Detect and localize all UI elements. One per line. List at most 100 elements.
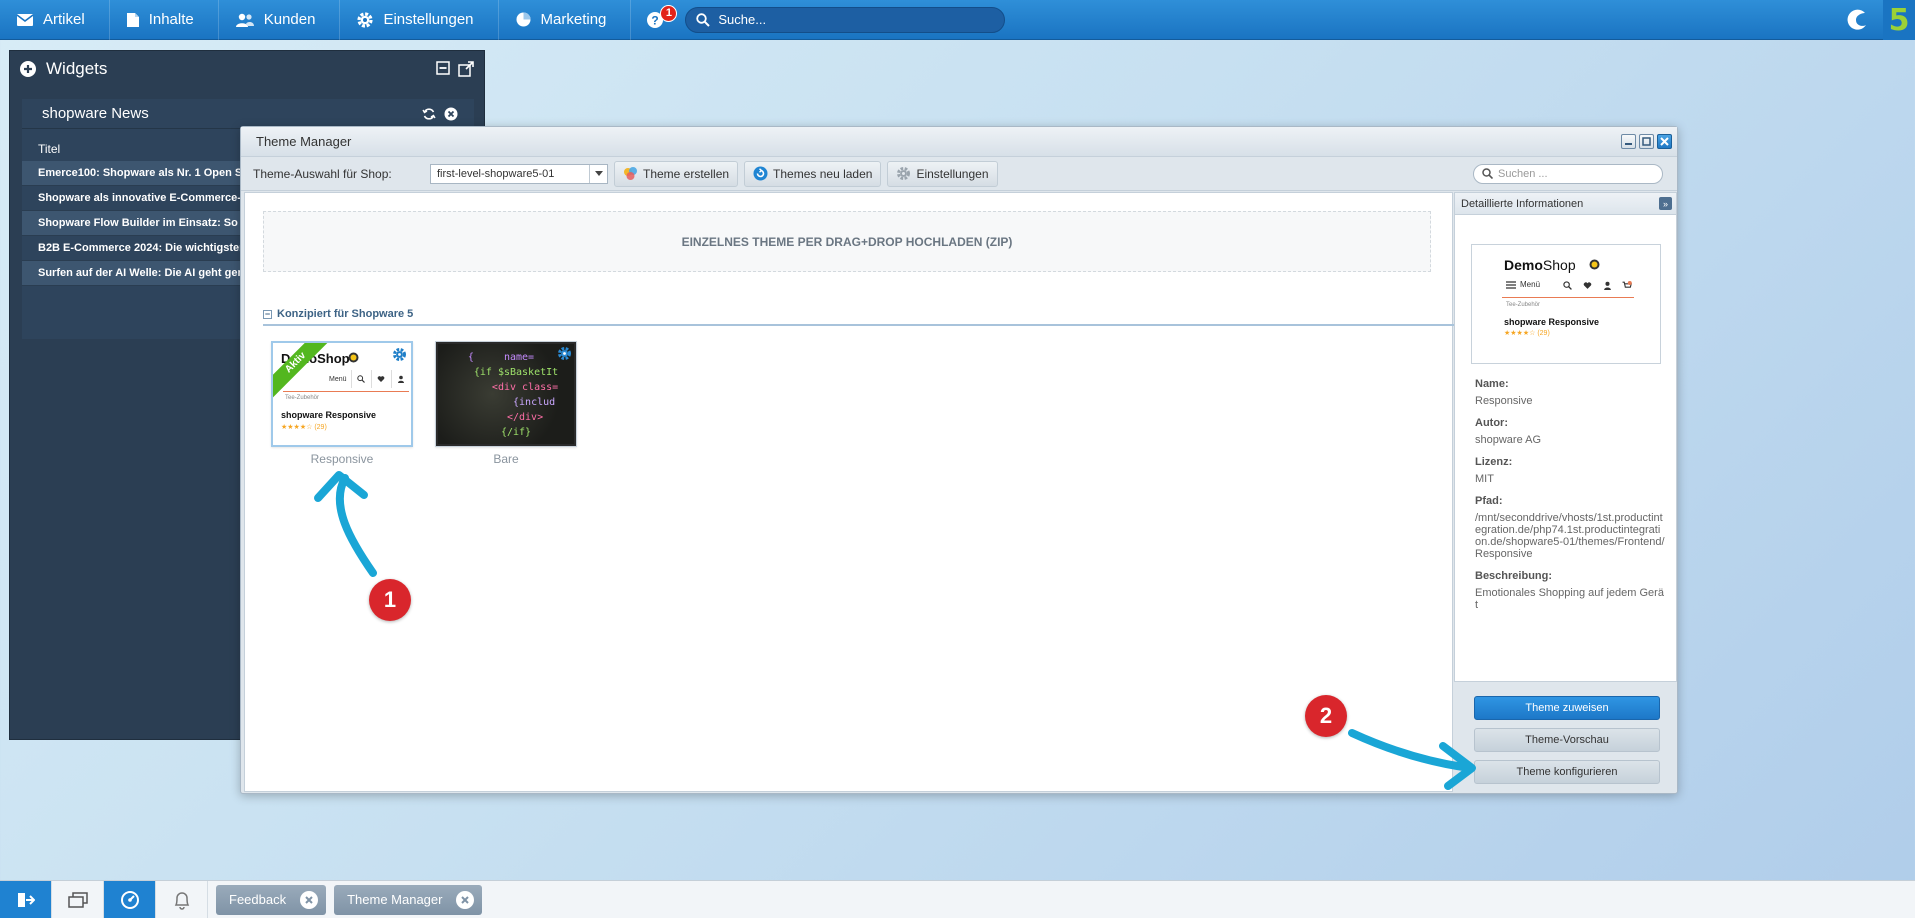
theme-thumbnail[interactable]: DemoShop Menü Tee-Zubehör shopware Respo…: [271, 341, 413, 447]
create-theme-button[interactable]: Theme erstellen: [614, 160, 739, 187]
theme-group-title: Konzipiert für Shopware 5: [277, 308, 414, 320]
window-minimize-button[interactable]: [1621, 134, 1636, 149]
widgets-tools: [436, 61, 474, 77]
code-line: {includ: [464, 397, 556, 408]
thumb-rating: ★★★★☆ (29): [281, 424, 327, 431]
thumb-menu: Menü: [329, 375, 347, 383]
theme-preview-image: DemoShop Menü Tee-Zubehör shopware Respo…: [1471, 244, 1661, 364]
menu-item-label: Artikel: [43, 11, 85, 28]
reload-themes-button[interactable]: Themes neu laden: [744, 160, 882, 187]
shop-select[interactable]: first-level-shopware5-01: [430, 163, 608, 184]
refresh-icon[interactable]: [422, 107, 436, 121]
theme-toolbar: Theme-Auswahl für Shop: first-level-shop…: [241, 157, 1677, 191]
detail-button-area: Theme zuweisen Theme-Vorschau Theme konf…: [1454, 681, 1677, 792]
chevron-down-icon[interactable]: [589, 164, 607, 183]
collapse-panel-icon[interactable]: »: [1659, 197, 1672, 210]
thumb-divider: [283, 391, 409, 392]
collapse-icon[interactable]: −: [263, 309, 272, 319]
shop-select-value: first-level-shopware5-01: [437, 167, 555, 180]
menu-item-label: Einstellungen: [383, 11, 474, 28]
search-icon: [696, 12, 711, 27]
menu-item-inhalte[interactable]: Inhalte: [110, 0, 219, 40]
global-search-input[interactable]: [718, 12, 989, 27]
settings-button[interactable]: Einstellungen: [887, 160, 998, 187]
svg-text:?: ?: [652, 13, 659, 27]
add-widget-icon[interactable]: [20, 61, 36, 77]
users-icon: [235, 13, 254, 27]
task-label: Theme Manager: [347, 892, 443, 907]
news-widget-title: shopware News: [42, 105, 149, 122]
search-icon: [1557, 277, 1577, 293]
menu-item-label: Inhalte: [148, 11, 194, 28]
theme-card-bare[interactable]: { name= {if $sBasketIt <div class= {incl…: [435, 341, 577, 466]
path-value: /mnt/seconddrive/vhosts/1st.productinteg…: [1475, 512, 1665, 560]
menu-item-kunden[interactable]: Kunden: [219, 0, 341, 40]
menu-item-marketing[interactable]: Marketing: [499, 0, 632, 40]
close-icon[interactable]: [456, 890, 475, 909]
theme-list-area: EINZELNES THEME PER DRAG+DROP HOCHLADEN …: [244, 192, 1454, 792]
description-label: Beschreibung:: [1475, 570, 1553, 582]
gear-icon: [357, 11, 374, 28]
theme-upload-dropzone[interactable]: EINZELNES THEME PER DRAG+DROP HOCHLADEN …: [263, 211, 1431, 272]
close-icon[interactable]: [300, 890, 319, 909]
hamburger-icon: [1506, 280, 1516, 289]
task-feedback[interactable]: Feedback: [216, 884, 327, 915]
notifications-button[interactable]: [156, 880, 208, 918]
license-label: Lizenz:: [1475, 456, 1513, 468]
preview-brand: DemoShop: [1504, 257, 1576, 273]
code-line: {if $sBasketIt: [461, 367, 559, 378]
create-theme-label: Theme erstellen: [643, 166, 730, 181]
cart-icon: [1617, 277, 1637, 293]
notification-badge: 1: [660, 4, 678, 22]
description-value: Emotionales Shopping auf jedem Gerät: [1475, 587, 1664, 611]
popout-icon[interactable]: [458, 61, 474, 77]
theme-group-header[interactable]: − Konzipiert für Shopware 5: [263, 304, 1454, 326]
global-search: [685, 6, 1006, 33]
top-right-area: 5: [1845, 0, 1915, 40]
code-line: {/if}: [488, 427, 532, 438]
assign-theme-button[interactable]: Theme zuweisen: [1474, 696, 1660, 720]
code-line: <div class=: [461, 382, 559, 393]
gear-icon[interactable]: [392, 347, 407, 362]
cart-icon: [410, 370, 411, 388]
theme-name: Responsive: [310, 452, 374, 466]
menu-item-einstellungen[interactable]: Einstellungen: [340, 0, 499, 40]
maximize-icon: [1642, 137, 1651, 146]
window-maximize-button[interactable]: [1639, 134, 1654, 149]
heart-icon: [1577, 277, 1597, 293]
close-icon[interactable]: [444, 107, 458, 121]
windows-button[interactable]: [52, 880, 104, 918]
logout-button[interactable]: [0, 880, 52, 918]
author-label: Autor:: [1475, 417, 1508, 429]
gear-icon: [897, 167, 911, 180]
badge-icon: [348, 352, 359, 363]
author-value: shopware AG: [1475, 434, 1542, 446]
shopware5-logo-icon: 5: [1883, 0, 1915, 40]
window-titlebar[interactable]: Theme Manager: [241, 127, 1677, 157]
configure-theme-button[interactable]: Theme konfigurieren: [1474, 760, 1660, 784]
preview-divider: [1502, 297, 1634, 298]
task-theme-manager[interactable]: Theme Manager: [334, 884, 483, 915]
menu-item-artikel[interactable]: Artikel: [0, 0, 110, 40]
badge-icon: [1589, 259, 1600, 270]
widgets-title: Widgets: [46, 59, 108, 78]
shopware-logo-icon[interactable]: [1845, 8, 1869, 32]
gear-icon[interactable]: [557, 346, 572, 361]
window-close-button[interactable]: [1657, 134, 1672, 149]
theme-preview-button[interactable]: Theme-Vorschau: [1474, 728, 1660, 752]
theme-info: Name: Responsive Autor: shopware AG Lize…: [1475, 378, 1665, 611]
thumb-icons: Menü: [325, 370, 411, 388]
window-title: Theme Manager: [256, 134, 352, 149]
top-menu-bar: Artikel Inhalte Kunden Einstellungen Mar…: [0, 0, 1915, 40]
reload-themes-label: Themes neu laden: [773, 166, 873, 181]
help-button[interactable]: ? 1: [631, 0, 679, 40]
minimize-icon[interactable]: [436, 61, 450, 75]
theme-search: [1473, 163, 1663, 184]
theme-thumbnail[interactable]: { name= {if $sBasketIt <div class= {incl…: [435, 341, 577, 447]
dashboard-icon: [120, 890, 139, 909]
theme-card-responsive[interactable]: DemoShop Menü Tee-Zubehör shopware Respo…: [271, 341, 413, 466]
theme-search-input[interactable]: [1498, 167, 1648, 180]
dashboard-button[interactable]: [104, 880, 156, 918]
detail-header-title: Detaillierte Informationen: [1461, 197, 1584, 210]
preview-menu: Menü: [1506, 280, 1540, 289]
